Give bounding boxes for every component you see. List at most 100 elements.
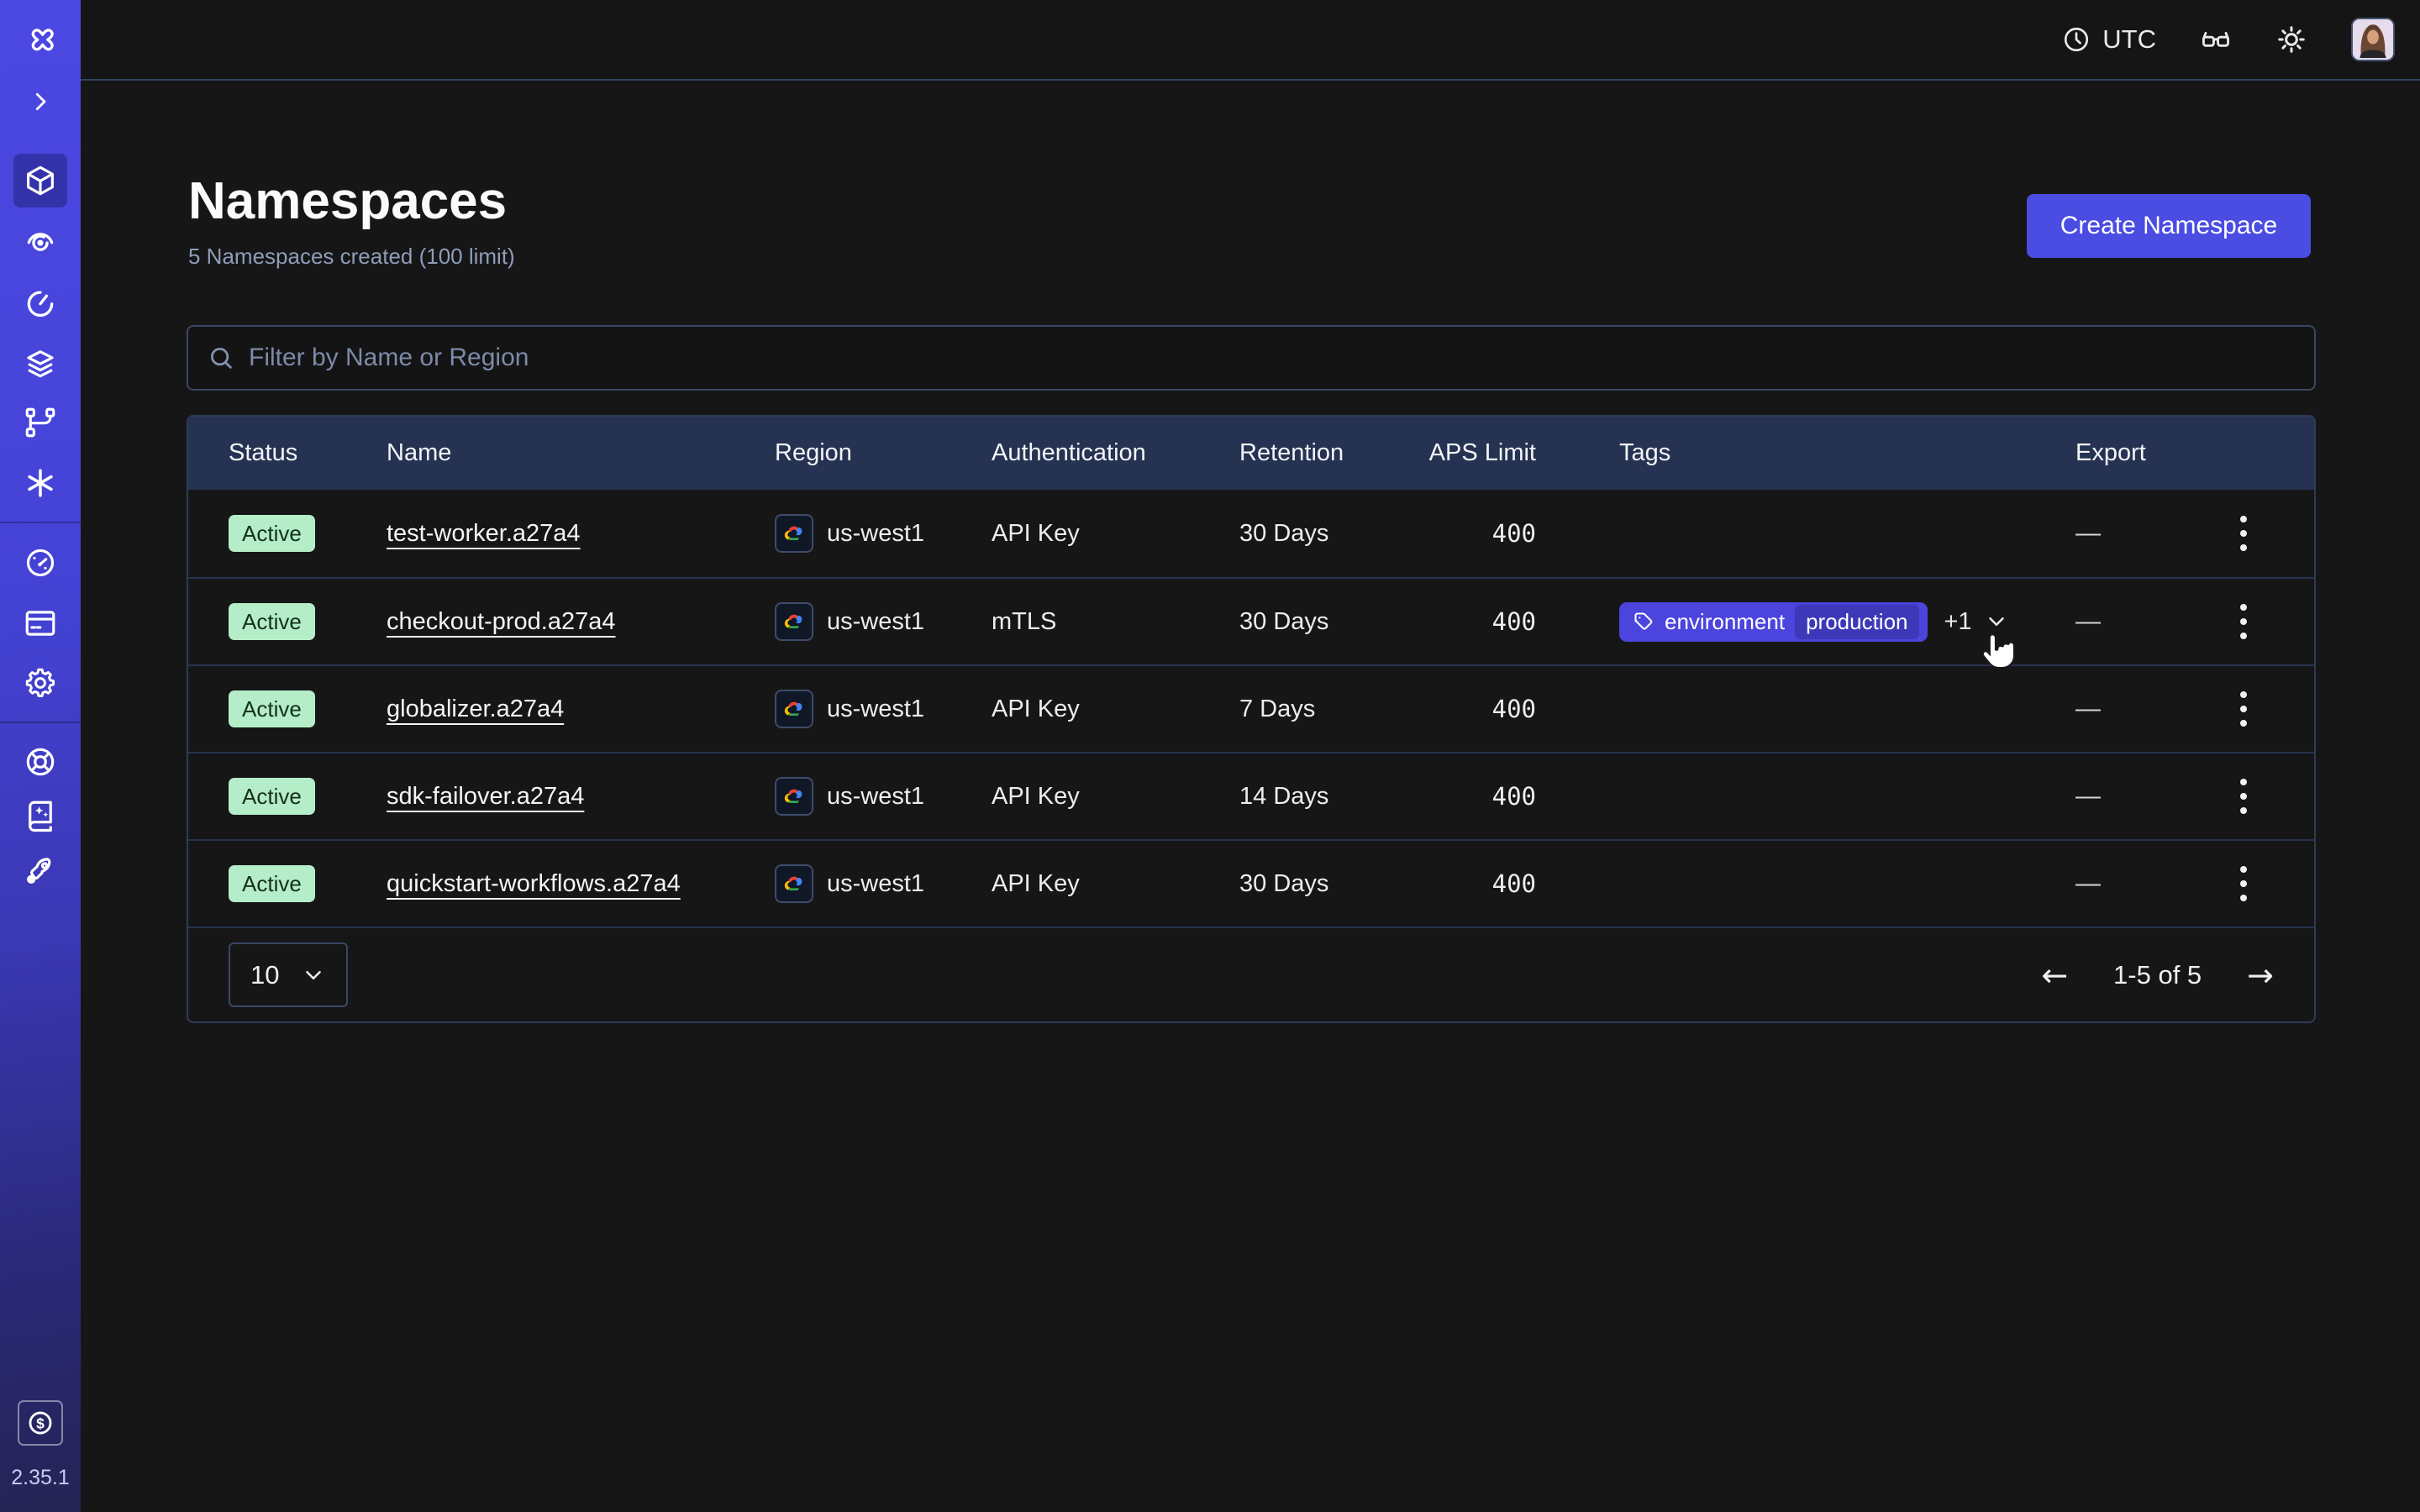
user-avatar[interactable] bbox=[2351, 18, 2395, 61]
docs-book-icon bbox=[23, 798, 58, 833]
namespace-link[interactable]: globalizer.a27a4 bbox=[387, 696, 564, 722]
page-size-select[interactable]: 10 bbox=[229, 942, 348, 1007]
asterisk-icon bbox=[23, 465, 58, 501]
row-actions-menu[interactable] bbox=[2227, 860, 2260, 907]
row-actions-menu[interactable] bbox=[2227, 773, 2260, 820]
chevron-down-icon bbox=[1984, 609, 2009, 634]
export-value: — bbox=[2075, 519, 2101, 548]
gcp-cloud-icon bbox=[775, 777, 813, 816]
table-header-row: Status Name Region Authentication Retent… bbox=[188, 417, 2314, 490]
support-lifering-icon bbox=[23, 744, 58, 780]
namespace-link[interactable]: test-worker.a27a4 bbox=[387, 520, 581, 547]
column-header-export: Export bbox=[2075, 439, 2274, 467]
workflows-spiral-icon bbox=[23, 223, 58, 259]
auth-label: API Key bbox=[992, 783, 1239, 811]
tags-cell: environment production +1 bbox=[1536, 602, 2075, 642]
column-header-authentication: Authentication bbox=[992, 439, 1239, 467]
deployments-layers-icon bbox=[23, 345, 58, 381]
gcp-cloud-icon bbox=[775, 690, 813, 728]
gcp-cloud-icon bbox=[775, 864, 813, 903]
sidebar-footer: $ 2.35.1 bbox=[11, 1400, 70, 1512]
sidebar-item-schedules[interactable] bbox=[0, 276, 81, 329]
nexus-branch-icon bbox=[23, 405, 58, 440]
auth-label: API Key bbox=[992, 696, 1239, 723]
tags-more-toggle[interactable]: +1 bbox=[1944, 608, 2009, 636]
billing-browser-icon bbox=[23, 606, 58, 641]
tag-value-label: production bbox=[1795, 605, 1918, 639]
timezone-selector[interactable]: UTC bbox=[2062, 24, 2156, 55]
sidebar-item-docs[interactable] bbox=[0, 789, 81, 843]
column-header-tags: Tags bbox=[1536, 439, 2075, 467]
region-label: us-west1 bbox=[827, 870, 924, 898]
retention-label: 14 Days bbox=[1239, 783, 1424, 811]
tag-chip[interactable]: environment production bbox=[1619, 602, 1928, 642]
status-badge: Active bbox=[229, 778, 315, 815]
credits-dollar-icon: $ bbox=[24, 1407, 56, 1439]
sidebar-divider bbox=[0, 522, 81, 523]
aps-value: 400 bbox=[1492, 695, 1536, 723]
credits-button[interactable]: $ bbox=[18, 1400, 63, 1446]
auth-label: API Key bbox=[992, 520, 1239, 548]
previous-page-button[interactable]: ← bbox=[2041, 957, 2068, 994]
gcp-cloud-icon bbox=[775, 602, 813, 641]
namespace-link[interactable]: sdk-failover.a27a4 bbox=[387, 783, 584, 810]
row-actions-menu[interactable] bbox=[2227, 685, 2260, 732]
row-actions-menu[interactable] bbox=[2227, 510, 2260, 557]
region-label: us-west1 bbox=[827, 520, 924, 548]
labs-toggle[interactable] bbox=[2200, 24, 2232, 55]
aps-value: 400 bbox=[1492, 607, 1536, 636]
column-header-retention: Retention bbox=[1239, 439, 1424, 467]
sidebar-item-support[interactable] bbox=[0, 735, 81, 789]
sidebar-item-getting-started[interactable] bbox=[0, 843, 81, 897]
sun-icon bbox=[2275, 24, 2307, 55]
column-header-status: Status bbox=[229, 439, 387, 467]
namespace-link[interactable]: checkout-prod.a27a4 bbox=[387, 608, 615, 635]
aps-value: 400 bbox=[1492, 869, 1536, 898]
usage-gauge-icon bbox=[23, 545, 58, 580]
sidebar-expand-chevron-icon[interactable] bbox=[0, 75, 81, 129]
avatar-photo bbox=[2353, 19, 2393, 60]
auth-label: mTLS bbox=[992, 608, 1239, 636]
aps-value: 400 bbox=[1492, 782, 1536, 811]
gcp-cloud-icon bbox=[775, 514, 813, 553]
status-badge: Active bbox=[229, 865, 315, 902]
retention-label: 7 Days bbox=[1239, 696, 1424, 723]
sidebar-item-billing[interactable] bbox=[0, 596, 81, 650]
namespace-link[interactable]: quickstart-workflows.a27a4 bbox=[387, 870, 681, 897]
timezone-label: UTC bbox=[2102, 24, 2156, 55]
auth-label: API Key bbox=[992, 870, 1239, 898]
chevron-down-icon bbox=[301, 963, 326, 988]
filter-input[interactable] bbox=[249, 344, 2296, 372]
next-page-button[interactable]: → bbox=[2247, 957, 2274, 994]
retention-label: 30 Days bbox=[1239, 870, 1424, 898]
aps-value: 400 bbox=[1492, 519, 1536, 548]
app-version: 2.35.1 bbox=[11, 1466, 70, 1490]
region-label: us-west1 bbox=[827, 783, 924, 811]
column-header-aps-limit: APS Limit bbox=[1429, 439, 1536, 467]
sidebar-item-usage[interactable] bbox=[0, 536, 81, 590]
theme-toggle[interactable] bbox=[2275, 24, 2307, 55]
export-value: — bbox=[2075, 695, 2101, 723]
sidebar-item-nexus[interactable] bbox=[0, 396, 81, 449]
rocket-icon bbox=[23, 853, 58, 888]
sidebar-item-batch[interactable] bbox=[0, 456, 81, 510]
sidebar-item-settings[interactable] bbox=[0, 656, 81, 710]
pager: ← 1-5 of 5 → bbox=[2041, 957, 2274, 994]
table-row: Active quickstart-workflows.a27a4 us-wes… bbox=[188, 839, 2314, 927]
table-row: Active globalizer.a27a4 us-west1 API Key… bbox=[188, 664, 2314, 752]
sidebar-item-namespaces[interactable] bbox=[0, 154, 81, 207]
filter-bar bbox=[187, 325, 2316, 391]
sidebar-item-deployments[interactable] bbox=[0, 336, 81, 390]
export-value: — bbox=[2075, 782, 2101, 811]
search-icon bbox=[207, 344, 235, 372]
retention-label: 30 Days bbox=[1239, 520, 1424, 548]
row-actions-menu[interactable] bbox=[2227, 598, 2260, 645]
create-namespace-button[interactable]: Create Namespace bbox=[2027, 194, 2311, 258]
tag-icon bbox=[1633, 611, 1655, 633]
table-row: Active checkout-prod.a27a4 us-west1 mTLS… bbox=[188, 577, 2314, 664]
page-range-label: 1-5 of 5 bbox=[2113, 960, 2202, 990]
status-badge: Active bbox=[229, 603, 315, 640]
sidebar-item-workflows[interactable] bbox=[0, 214, 81, 268]
column-header-region: Region bbox=[775, 439, 992, 467]
temporal-logo-icon[interactable] bbox=[0, 15, 81, 69]
